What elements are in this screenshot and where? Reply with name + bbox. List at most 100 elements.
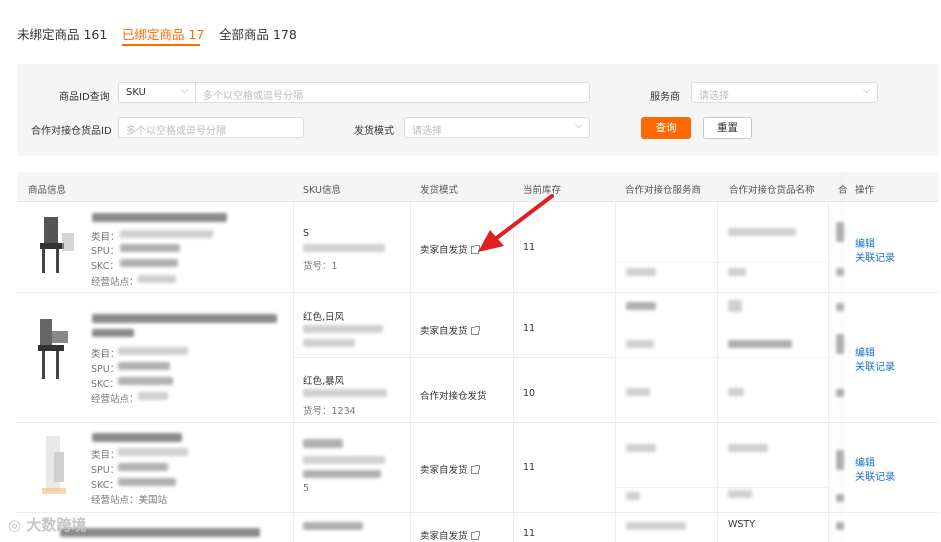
- sku-name: [303, 439, 343, 448]
- redacted-value: [836, 494, 844, 502]
- column-divider: [293, 202, 294, 542]
- tab-all[interactable]: 全部商品 178: [219, 24, 297, 43]
- redacted-value: [836, 450, 844, 470]
- redacted-value: [626, 522, 686, 530]
- redacted-value: [120, 259, 178, 267]
- sub-divider: [615, 487, 828, 488]
- col-partner-goods-name: 合作对接仓货品名称: [729, 185, 815, 196]
- row-divider: [17, 292, 939, 293]
- col-product-info: 商品信息: [28, 185, 67, 196]
- sub-divider: [615, 357, 828, 358]
- ship-mode-value: 合作对接仓发货: [420, 391, 487, 402]
- col-partner-provider: 合作对接仓服务商: [625, 185, 702, 196]
- product-thumbnail: [42, 436, 66, 494]
- col-ship-mode: 发货模式: [420, 185, 459, 196]
- product-title: [92, 213, 227, 222]
- product-skc: SKC：: [91, 261, 119, 272]
- column-divider: [410, 202, 411, 542]
- redacted-value: [138, 392, 168, 400]
- edit-link-icon[interactable]: [470, 326, 480, 335]
- redacted-value: [118, 347, 188, 355]
- sku-name: [303, 522, 363, 530]
- redacted-value: [836, 222, 844, 242]
- redacted-value: [836, 522, 844, 530]
- filter-panel: [17, 64, 939, 156]
- column-divider: [828, 202, 829, 542]
- redacted-value: [728, 228, 796, 236]
- active-tab-indicator: [122, 44, 200, 46]
- redacted-value: [836, 334, 844, 354]
- product-id-label: 商品ID查询: [59, 92, 110, 103]
- product-id-input[interactable]: 多个以空格或逗号分隔: [195, 82, 590, 103]
- ship-mode-label: 发货模式: [354, 126, 394, 137]
- col-operations: 操作: [855, 185, 875, 196]
- edit-link[interactable]: 编辑: [855, 454, 875, 469]
- stock-value: 11: [523, 462, 536, 473]
- redacted-value: [303, 470, 381, 478]
- product-id-placeholder: 多个以空格或逗号分隔: [203, 91, 303, 102]
- fixed-column-shadow: [845, 172, 846, 542]
- edit-link[interactable]: 编辑: [855, 344, 875, 359]
- product-title: [60, 528, 260, 537]
- redacted-value: [118, 448, 188, 456]
- sku-type-value: SKU: [126, 87, 146, 98]
- related-records-link[interactable]: 关联记录: [855, 249, 895, 264]
- product-category: 类目：: [91, 232, 120, 243]
- product-spu: SPU：: [91, 465, 120, 476]
- redacted-value: [120, 244, 180, 252]
- ship-mode-value: 卖家自发货: [420, 323, 480, 337]
- provider-placeholder: 请选择: [699, 91, 729, 102]
- edit-link-icon[interactable]: [470, 465, 480, 474]
- partner-goods-id-input[interactable]: 多个以空格或逗号分隔: [118, 117, 304, 138]
- sku-item-number: 货号：1234: [303, 406, 356, 417]
- row-divider: [17, 512, 939, 513]
- product-site: 经营站点：美国站: [91, 495, 168, 506]
- related-records-link[interactable]: 关联记录: [855, 468, 895, 483]
- product-spu: SPU：: [91, 246, 120, 257]
- redacted-value: [728, 388, 744, 396]
- tab-bound[interactable]: 已绑定商品 17: [122, 24, 204, 43]
- product-title: [92, 329, 134, 337]
- sku-name: S: [303, 228, 310, 239]
- product-title: [92, 433, 182, 442]
- chevron-down-icon: ⌵: [181, 86, 188, 96]
- annotation-arrow-icon: [478, 194, 554, 252]
- col-sku-info: SKU信息: [303, 185, 341, 196]
- partner-goods-id-label: 合作对接仓货品ID: [31, 126, 112, 137]
- tab-bar: 未绑定商品 161 已绑定商品 17 全部商品 178: [0, 0, 941, 50]
- redacted-value: [118, 362, 170, 370]
- product-site: 经营站点：: [91, 277, 139, 288]
- edit-link[interactable]: 编辑: [855, 235, 875, 250]
- stock-value: 11: [523, 528, 536, 539]
- edit-link-icon[interactable]: [470, 531, 480, 540]
- redacted-value: [118, 478, 176, 486]
- watermark-text: 大数跨境: [26, 516, 87, 534]
- query-button[interactable]: 查询: [641, 117, 691, 139]
- redacted-value: [836, 303, 844, 311]
- ship-mode-text: 卖家自发货: [420, 326, 468, 337]
- ship-mode-select[interactable]: 请选择 ⌵: [404, 117, 590, 138]
- provider-select[interactable]: 请选择 ⌵: [691, 82, 878, 103]
- redacted-value: [626, 492, 640, 500]
- product-thumbnail: [40, 217, 74, 273]
- stock-value: 11: [523, 323, 536, 334]
- redacted-value: [118, 463, 168, 471]
- redacted-value: [728, 444, 768, 452]
- redacted-value: [120, 230, 213, 238]
- watermark-logo-icon: ◎: [8, 516, 27, 534]
- tab-unbound[interactable]: 未绑定商品 161: [17, 24, 107, 43]
- chevron-down-icon: ⌵: [863, 86, 870, 96]
- ship-mode-placeholder: 请选择: [412, 126, 442, 137]
- redacted-value: [626, 268, 656, 276]
- provider-label: 服务商: [650, 92, 680, 103]
- watermark: ◎ 大数跨境: [8, 514, 86, 535]
- sku-type-select[interactable]: SKU ⌵: [118, 82, 196, 103]
- column-divider: [717, 202, 718, 542]
- reset-button[interactable]: 重置: [703, 117, 752, 139]
- sku-item-number: 5: [303, 483, 310, 494]
- ship-mode-text: 卖家自发货: [420, 531, 468, 542]
- related-records-link[interactable]: 关联记录: [855, 358, 895, 373]
- redacted-value: [626, 340, 654, 348]
- redacted-value: [728, 340, 792, 348]
- ship-mode-value: 卖家自发货: [420, 462, 480, 476]
